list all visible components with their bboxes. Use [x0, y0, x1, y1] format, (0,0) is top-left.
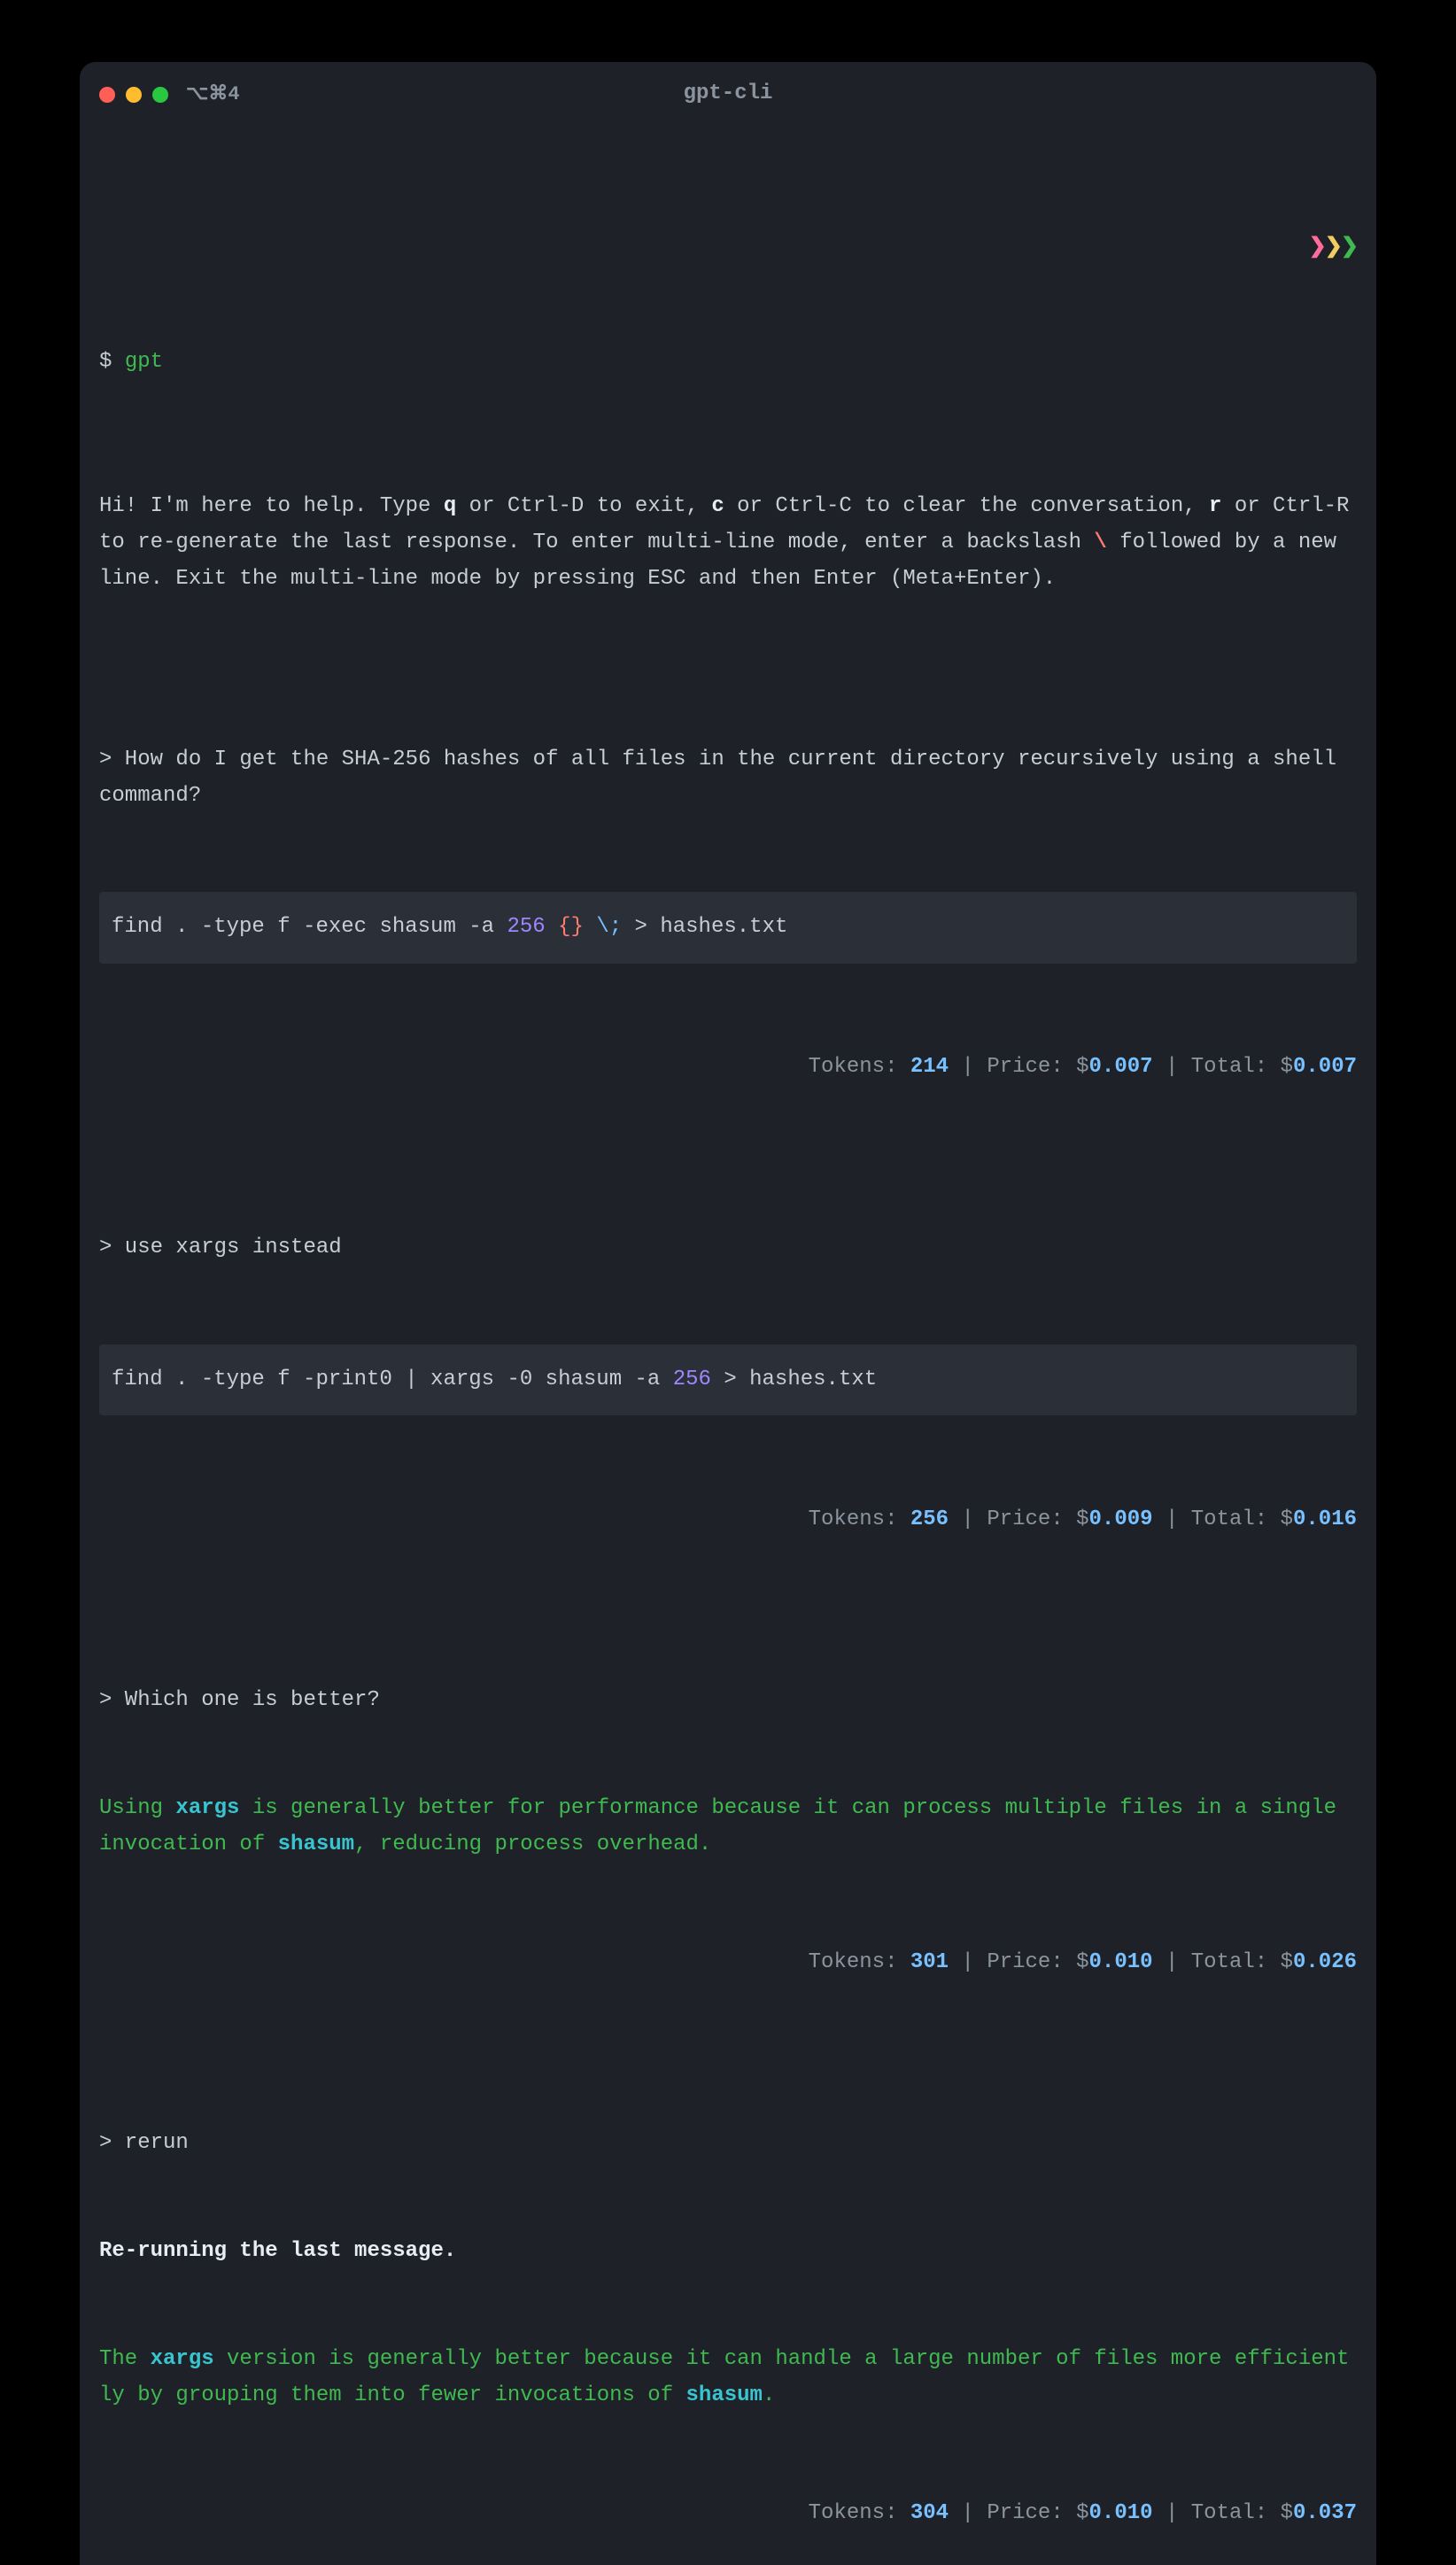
traffic-lights — [99, 87, 168, 103]
intro-text: Hi! I'm here to help. Type q or Ctrl-D t… — [99, 489, 1357, 597]
shell-prompt: $ — [99, 350, 112, 374]
code-block: find . -type f -exec shasum -a 256 {} \;… — [99, 892, 1357, 964]
backslash-key: \ — [1094, 531, 1106, 554]
usage-stats: Tokens: 301 | Price: $0.010 | Total: $0.… — [99, 1936, 1357, 1981]
user-message: > How do I get the SHA-256 hashes of all… — [99, 742, 1357, 815]
zoom-icon[interactable] — [152, 87, 168, 103]
user-message: > rerun — [99, 2126, 1357, 2162]
close-icon[interactable] — [99, 87, 115, 103]
user-message: > use xargs instead — [99, 1230, 1357, 1267]
key-r: r — [1209, 494, 1221, 518]
shell-command: gpt — [125, 350, 163, 374]
minimize-icon[interactable] — [126, 87, 142, 103]
titlebar: ⌥⌘4 gpt-cli — [80, 62, 1376, 120]
shell-command-line: $ gpt — [99, 345, 1357, 381]
usage-stats: Tokens: 304 | Price: $0.010 | Total: $0.… — [99, 2487, 1357, 2532]
terminal-content[interactable]: ❯❯❯ $ gpt Hi! I'm here to help. Type q o… — [80, 120, 1376, 2565]
terminal-window: ⌥⌘4 gpt-cli ❯❯❯ $ gpt Hi! I'm here to he… — [80, 62, 1376, 2565]
user-message: > Which one is better? — [99, 1683, 1357, 1719]
window-title: gpt-cli — [80, 76, 1376, 112]
status-message: Re-running the last message. — [99, 2234, 1357, 2270]
usage-stats: Tokens: 214 | Price: $0.007 | Total: $0.… — [99, 1041, 1357, 1086]
assistant-message: Using xargs is generally better for perf… — [99, 1791, 1357, 1864]
key-q: q — [444, 494, 456, 518]
usage-stats: Tokens: 256 | Price: $0.009 | Total: $0.… — [99, 1493, 1357, 1538]
chevron-indicator: ❯❯❯ — [99, 230, 1357, 267]
assistant-message: The xargs version is generally better be… — [99, 2342, 1357, 2414]
key-c: c — [711, 494, 724, 518]
tab-label: ⌥⌘4 — [186, 78, 240, 111]
code-block: find . -type f -print0 | xargs -0 shasum… — [99, 1344, 1357, 1416]
